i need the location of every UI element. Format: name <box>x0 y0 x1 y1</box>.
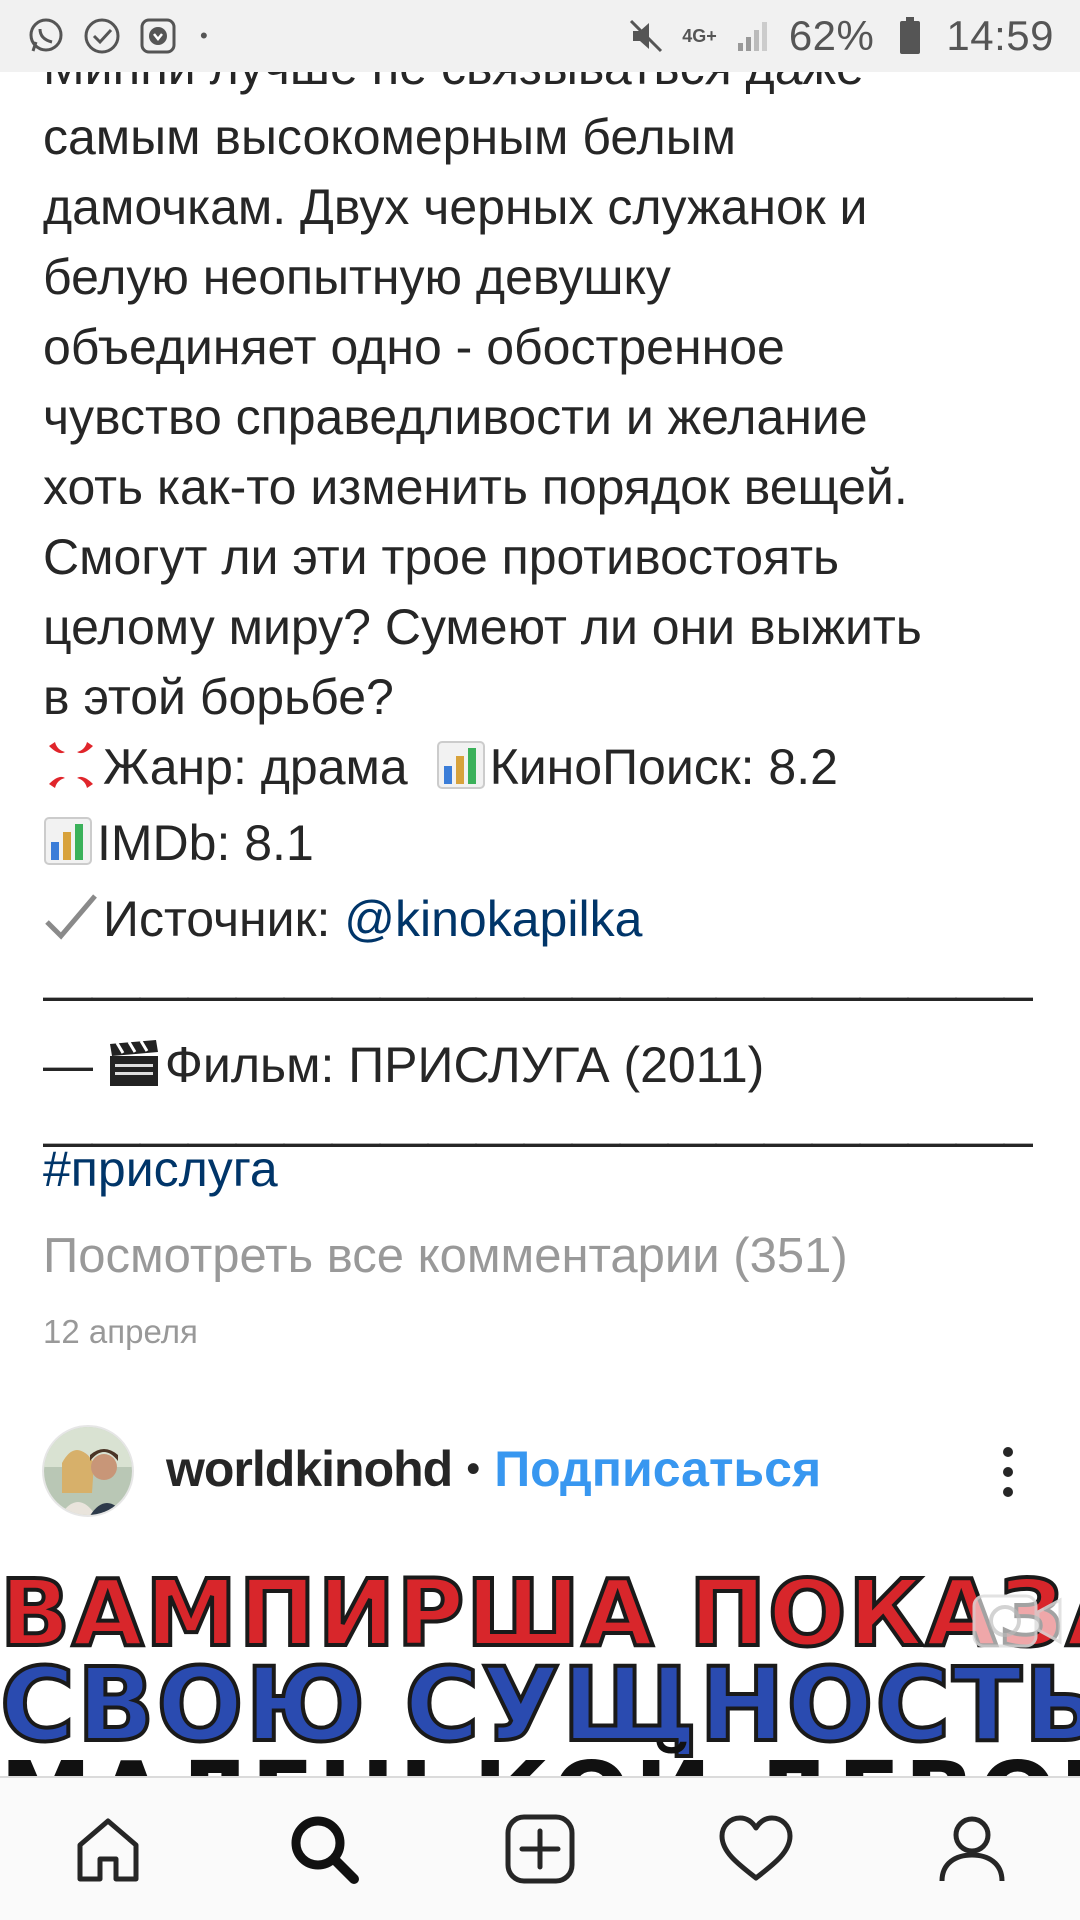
signal-icon <box>733 16 773 56</box>
username-row: worldkinohd • Подписаться <box>166 1440 821 1498</box>
caption-source-line: Источник: @kinokapilka <box>43 884 1043 960</box>
media-text-line: МАЛЕНЬКОЙ ДЕВОЧКЕ <box>0 1742 1080 1776</box>
follow-button[interactable]: Подписаться <box>494 1440 821 1498</box>
source-mention-link[interactable]: @kinokapilka <box>344 891 642 947</box>
avatar[interactable] <box>42 1425 134 1517</box>
caption-line: целому миру? Сумеют ли они выжить <box>43 599 922 655</box>
divider-dashes: ———————————————————————— <box>43 967 1033 1023</box>
search-icon[interactable] <box>274 1799 374 1899</box>
download-icon <box>138 16 178 56</box>
check-mark-icon <box>43 890 99 960</box>
film-prefix: — <box>43 1037 107 1093</box>
post-date: 12 апреля <box>43 1313 198 1350</box>
heart-icon[interactable] <box>706 1799 806 1899</box>
post-header: worldkinohd • Подписаться <box>0 1422 1080 1534</box>
caption-line: дамочкам. Двух черных служанок и <box>43 179 868 235</box>
imdb-rating: IMDb: 8.1 <box>97 815 314 871</box>
caption-genre-line: Жанр: драма КиноПоиск: 8.2 <box>43 732 1043 808</box>
caption-line: белую неопытную девушку <box>43 249 671 305</box>
caption-line: хоть как-то изменить порядок вещей. <box>43 459 908 515</box>
separator-dot: • <box>466 1446 481 1491</box>
add-post-icon[interactable] <box>490 1799 590 1899</box>
battery-icon <box>890 16 930 56</box>
caption-line: объединяет одно - обостренное <box>43 319 785 375</box>
status-bar-right: 4G+ 62% 14:59 <box>626 12 1054 60</box>
film-title: Фильм: ПРИСЛУГА (2011) <box>164 1037 765 1093</box>
view-comments-link[interactable]: Посмотреть все комментарии (351) <box>43 1228 848 1284</box>
bar-chart-icon <box>43 814 93 884</box>
source-label: Источник: <box>103 891 345 947</box>
post-caption: Минни лучше не связываться даже самым вы… <box>43 72 1043 1176</box>
caption-partial-line: Минни лучше не связываться даже <box>43 72 1043 102</box>
home-icon[interactable] <box>58 1799 158 1899</box>
genre-text: Жанр: драма <box>103 739 408 795</box>
bar-chart-icon <box>436 738 486 808</box>
profile-icon[interactable] <box>922 1799 1022 1899</box>
mute-icon <box>626 16 666 56</box>
clock: 14:59 <box>946 12 1054 59</box>
post-media[interactable]: ВАМПИРША ПОКАЗАЛА СВОЮ СУЩНОСТЬ МАЛЕНЬКО… <box>0 1546 1080 1776</box>
clapper-board-icon <box>107 1036 161 1106</box>
battery-percent: 62% <box>788 12 875 59</box>
status-bar-left: • <box>26 16 208 56</box>
anger-symbol-icon <box>43 738 99 808</box>
screen: • 4G+ 62% 14:59 Минни лучше не связывать… <box>0 0 1080 1920</box>
more-options-icon[interactable] <box>986 1442 1030 1502</box>
caption-film-line: — Фильм: ПРИСЛУГА (2011) <box>43 1030 1043 1106</box>
network-type: 4G+ <box>682 26 717 46</box>
username-link[interactable]: worldkinohd <box>166 1440 453 1498</box>
check-circle-icon <box>82 16 122 56</box>
whatsapp-icon <box>26 16 66 56</box>
notification-dot: • <box>200 23 208 48</box>
hashtag-link[interactable]: #прислуга <box>43 1140 278 1198</box>
caption-line: Смогут ли эти трое противостоять <box>43 529 840 585</box>
status-bar: • 4G+ 62% 14:59 <box>0 0 1080 72</box>
caption-line: в этой борьбе? <box>43 669 394 725</box>
video-camera-icon <box>972 1590 1064 1652</box>
caption-line: чувство справедливости и желание <box>43 389 868 445</box>
bottom-navigation <box>0 1776 1080 1920</box>
caption-imdb-line: IMDb: 8.1 <box>43 808 1043 884</box>
kinopoisk-rating: КиноПоиск: 8.2 <box>489 739 838 795</box>
caption-line: самым высокомерным белым <box>43 109 737 165</box>
